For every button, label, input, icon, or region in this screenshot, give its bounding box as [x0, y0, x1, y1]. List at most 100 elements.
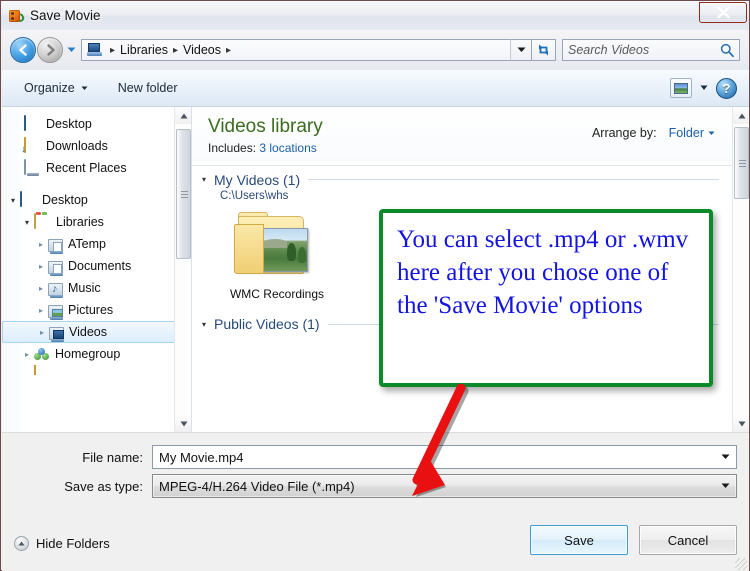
downloads-folder-icon [24, 137, 41, 154]
expander-closed-icon[interactable]: ▸ [34, 240, 48, 249]
arrange-by-control: Arrange by: Folder [592, 126, 715, 140]
annotation-callout: You can select .mp4 or .wmv here after y… [379, 209, 713, 387]
arrange-by-value-text: Folder [668, 126, 704, 140]
sidebar-item-documents[interactable]: ▸ Documents [2, 255, 191, 277]
sidebar-item-label: Libraries [56, 215, 104, 229]
history-dropdown-button[interactable] [65, 37, 77, 63]
breadcrumb-libraries[interactable]: Libraries [119, 43, 169, 57]
music-library-icon [48, 282, 63, 298]
sidebar-item-label: Pictures [68, 303, 114, 317]
resize-grip[interactable] [735, 558, 747, 570]
save-as-type-row: Save as type: MPEG-4/H.264 Video File (*… [2, 474, 737, 498]
recent-places-icon [24, 159, 41, 176]
expander-closed-icon[interactable]: ▸ [34, 262, 48, 271]
forward-button[interactable] [37, 37, 63, 63]
videos-library-breadcrumb-icon [86, 41, 104, 59]
sidebar-item-music[interactable]: ▸ Music [2, 277, 191, 299]
scrollbar-thumb[interactable] [176, 129, 191, 259]
scroll-down-button[interactable] [175, 415, 191, 432]
search-input[interactable]: Search Videos [562, 39, 740, 61]
address-bar-row: ▸ Libraries ▸ Videos ▸ Search Videos [2, 30, 749, 70]
group-divider-line [308, 179, 719, 181]
monitor-icon [20, 191, 37, 208]
save-as-type-dropdown-button[interactable] [714, 475, 736, 497]
save-movie-dialog: Save Movie ▸ Libraries ▸ Videos ▸ Search… [0, 0, 750, 571]
expander-closed-icon[interactable]: ▸ [34, 306, 48, 315]
sidebar-item-label: Desktop [42, 193, 88, 207]
breadcrumb-videos[interactable]: Videos [182, 43, 222, 57]
file-name-dropdown-button[interactable] [714, 446, 736, 468]
window-title: Save Movie [30, 8, 101, 23]
sidebar-item-libraries[interactable]: ▾ Libraries [2, 211, 191, 233]
dialog-buttons: Save Cancel [530, 525, 737, 555]
close-button[interactable] [699, 2, 747, 23]
expander-open-icon[interactable]: ▾ [20, 218, 34, 227]
view-dropdown-icon[interactable] [700, 85, 708, 91]
scrollbar-thumb[interactable] [734, 127, 749, 199]
scroll-up-button[interactable] [733, 107, 749, 124]
navigation-pane-scrollbar[interactable] [174, 107, 191, 432]
sidebar-item-videos[interactable]: ▸ Videos [2, 321, 175, 343]
chevron-down-icon [81, 86, 88, 90]
collapse-icon [14, 536, 29, 551]
cancel-button[interactable]: Cancel [639, 525, 737, 555]
breadcrumb-separator: ▸ [110, 44, 116, 56]
includes-label: Includes: [208, 140, 257, 155]
help-button[interactable]: ? [716, 77, 737, 99]
chevron-down-icon [721, 483, 729, 488]
address-bar[interactable]: ▸ Libraries ▸ Videos ▸ [81, 39, 510, 61]
sidebar-item-partial[interactable] [2, 365, 191, 375]
sidebar-item-label: Homegroup [55, 347, 121, 361]
folder-with-video-thumbnail-icon [234, 210, 320, 282]
sidebar-item-homegroup[interactable]: ▸ Homegroup [2, 343, 191, 365]
hide-folders-button[interactable]: Hide Folders [14, 536, 110, 551]
folder-icon [34, 365, 51, 375]
organize-menu-button[interactable]: Organize [16, 78, 96, 98]
group-header-my-videos[interactable]: ▾ My Videos (1) [192, 166, 749, 190]
save-button[interactable]: Save [530, 525, 628, 555]
save-as-type-dropdown[interactable]: MPEG-4/H.264 Video File (*.mp4) [152, 474, 737, 498]
chevron-down-icon [721, 454, 729, 459]
scroll-down-button[interactable] [733, 415, 749, 432]
videos-library-icon [49, 326, 64, 342]
group-name: My Videos (1) [214, 171, 301, 188]
expander-closed-icon[interactable]: ▸ [35, 328, 49, 337]
save-as-type-label: Save as type: [64, 478, 143, 494]
documents-library-icon [48, 260, 63, 276]
expander-open-icon[interactable]: ▾ [6, 196, 20, 205]
library-includes: Includes: 3 locations [208, 141, 735, 155]
refresh-button[interactable] [532, 39, 556, 61]
change-view-button[interactable] [670, 78, 692, 98]
group-expander-icon[interactable]: ▾ [202, 320, 206, 329]
expander-closed-icon[interactable]: ▸ [34, 284, 48, 293]
sidebar-item-pictures[interactable]: ▸ Pictures [2, 299, 191, 321]
new-folder-button[interactable]: New folder [110, 78, 186, 98]
sidebar-item-atemp[interactable]: ▸ ATemp [2, 233, 191, 255]
hide-folders-label: Hide Folders [36, 536, 110, 551]
address-dropdown-button[interactable] [510, 39, 532, 61]
library-header: Videos library Includes: 3 locations Arr… [192, 107, 749, 161]
scroll-up-button[interactable] [175, 107, 191, 124]
back-button[interactable] [10, 37, 36, 63]
includes-locations-link[interactable]: 3 locations [259, 141, 316, 155]
sidebar-item-recent-places[interactable]: Recent Places [2, 157, 191, 179]
organize-label: Organize [24, 81, 75, 95]
sidebar-item-desktop-favorite[interactable]: Desktop [2, 113, 191, 135]
libraries-icon [34, 213, 51, 230]
search-icon [720, 43, 734, 57]
monitor-icon [24, 115, 41, 132]
group-expander-icon[interactable]: ▾ [202, 175, 206, 184]
sidebar-item-downloads[interactable]: Downloads [2, 135, 191, 157]
sidebar-item-label: Documents [68, 259, 132, 273]
group-name: Public Videos (1) [214, 316, 320, 332]
list-item[interactable]: WMC Recordings [222, 210, 332, 301]
group-path: C:\Users\whs [220, 189, 289, 202]
expander-closed-icon[interactable]: ▸ [20, 350, 34, 359]
sidebar-item-desktop-root[interactable]: ▾ Desktop [2, 189, 191, 211]
file-list-scrollbar[interactable] [732, 107, 749, 432]
file-name-input[interactable]: My Movie.mp4 [152, 445, 737, 469]
file-name-label: File name: [82, 449, 143, 465]
arrange-by-value[interactable]: Folder [669, 126, 715, 140]
sidebar-item-label: Desktop [46, 117, 92, 131]
movie-maker-icon [8, 8, 26, 24]
